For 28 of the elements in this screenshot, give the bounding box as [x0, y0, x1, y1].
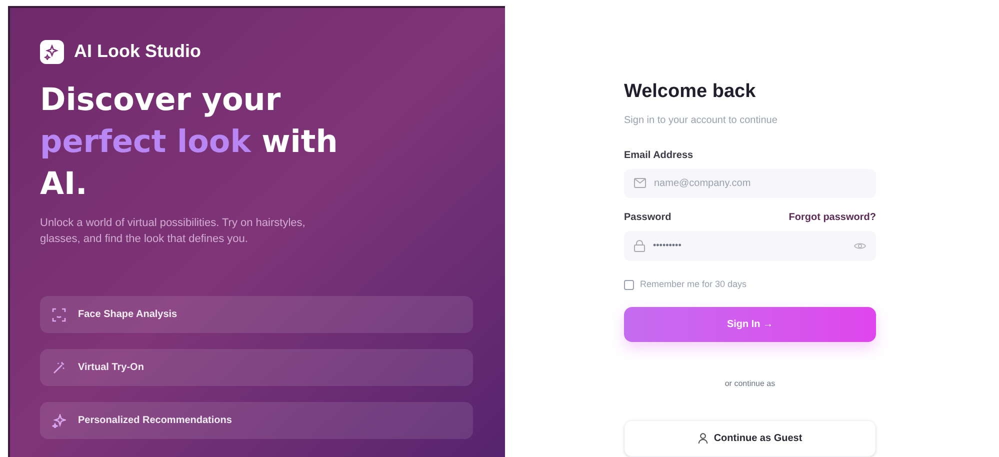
- feature-label: Virtual Try-On: [78, 361, 144, 375]
- password-input[interactable]: •••••••••: [653, 239, 846, 253]
- email-field[interactable]: name@company.com: [624, 168, 876, 198]
- lock-icon: [634, 240, 645, 252]
- sparkle-icon: [52, 414, 66, 428]
- headline: Discover your perfect look with AI.: [40, 81, 339, 204]
- guest-button[interactable]: Continue as Guest: [624, 420, 876, 457]
- remember-checkbox[interactable]: [624, 280, 634, 290]
- eye-icon[interactable]: [854, 242, 866, 250]
- remember-label: Remember me for 30 days: [640, 278, 747, 292]
- brand-name: AI Look Studio: [74, 40, 201, 63]
- forgot-password-link[interactable]: Forgot password?: [788, 210, 876, 226]
- password-label: Password: [624, 211, 672, 226]
- form-subtitle: Sign in to your account to continue: [624, 114, 778, 128]
- feature-label: Face Shape Analysis: [78, 308, 178, 322]
- password-field[interactable]: •••••••••: [624, 231, 876, 262]
- user-icon: [698, 433, 708, 444]
- divider-text: or continue as: [724, 378, 776, 390]
- feature-label: Personalized Recommendations: [78, 414, 232, 428]
- description: Unlock a world of virtual possibilities. Try on hairstyles, glasses, and find the look that defines you.: [40, 216, 306, 247]
- email-label: Email Address: [624, 148, 694, 162]
- scan-icon: [52, 308, 66, 322]
- email-input[interactable]: name@company.com: [654, 176, 866, 191]
- wand-icon: [52, 360, 66, 374]
- logo-icon: [40, 40, 64, 64]
- form-title: Welcome back: [624, 80, 757, 104]
- mail-icon: [634, 178, 646, 188]
- sign-in-button[interactable]: Sign In →: [624, 306, 876, 342]
